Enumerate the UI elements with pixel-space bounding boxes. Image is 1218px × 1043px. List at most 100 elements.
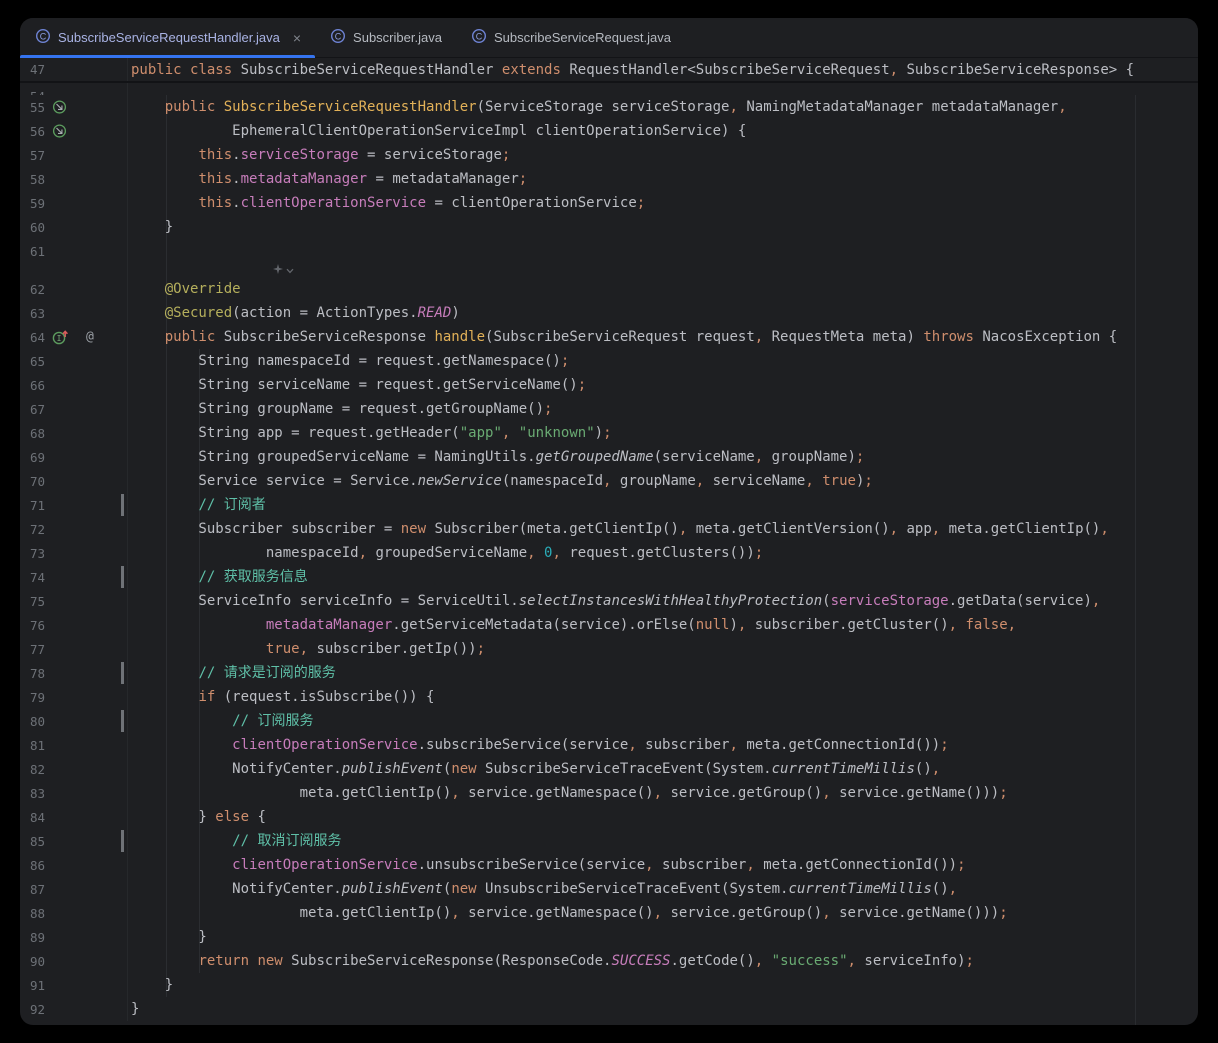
tab-subscribeservicerequesthandler-java[interactable]: CSubscribeServiceRequestHandler.java× <box>20 18 315 57</box>
code-text: metadataManager.getServiceMetadata(servi… <box>128 613 1016 637</box>
code-text: String groupName = request.getGroupName(… <box>128 397 552 421</box>
code-line-90[interactable]: 90 return new SubscribeServiceResponse(R… <box>20 949 1198 973</box>
bean-icon[interactable] <box>52 124 67 139</box>
code-line-81[interactable]: 81 clientOperationService.subscribeServi… <box>20 733 1198 757</box>
code-line-80[interactable]: 80 // 订阅服务 <box>20 709 1198 733</box>
code-text: meta.getClientIp(), service.getNamespace… <box>128 901 1008 925</box>
line-number: 92 <box>20 997 128 1021</box>
line-number: 85 <box>20 829 128 853</box>
code-line-68[interactable]: 68 String app = request.getHeader("app",… <box>20 421 1198 445</box>
code-line-74[interactable]: 74 // 获取服务信息 <box>20 565 1198 589</box>
code-text: } <box>128 997 139 1021</box>
code-line-86[interactable]: 86 clientOperationService.unsubscribeSer… <box>20 853 1198 877</box>
code-line-83[interactable]: 83 meta.getClientIp(), service.getNamesp… <box>20 781 1198 805</box>
code-line-75[interactable]: 75 ServiceInfo serviceInfo = ServiceUtil… <box>20 589 1198 613</box>
line-number: 84 <box>20 805 128 829</box>
code-text: EphemeralClientOperationServiceImpl clie… <box>128 119 746 143</box>
line-number: 64I@ <box>20 325 128 349</box>
ai-inlay-row[interactable] <box>20 263 1198 277</box>
code-text: } <box>128 973 173 997</box>
code-line-58[interactable]: 58 this.metadataManager = metadataManage… <box>20 167 1198 191</box>
code-line-67[interactable]: 67 String groupName = request.getGroupNa… <box>20 397 1198 421</box>
code-line-70[interactable]: 70 Service service = Service.newService(… <box>20 469 1198 493</box>
code-line-61[interactable]: 61 <box>20 239 1198 263</box>
line-number: 66 <box>20 373 128 397</box>
code-text: @Override <box>128 277 241 301</box>
code-line-88[interactable]: 88 meta.getClientIp(), service.getNamesp… <box>20 901 1198 925</box>
tab-subscribeservicerequest-java[interactable]: CSubscribeServiceRequest.java <box>456 18 685 57</box>
bean-icon[interactable] <box>52 100 67 115</box>
line-number: 79 <box>20 685 128 709</box>
tab-label: Subscriber.java <box>353 30 442 45</box>
code-line-89[interactable]: 89 } <box>20 925 1198 949</box>
code-line-59[interactable]: 59 this.clientOperationService = clientO… <box>20 191 1198 215</box>
line-number: 56 <box>20 119 128 143</box>
tab-subscriber-java[interactable]: C Subscriber.java <box>315 18 456 57</box>
code-line-91[interactable]: 91 } <box>20 973 1198 997</box>
line-number: 60 <box>20 215 128 239</box>
tab-close-icon[interactable]: × <box>293 31 301 45</box>
code-line-78[interactable]: 78 // 请求是订阅的服务 <box>20 661 1198 685</box>
code-line-65[interactable]: 65 String namespaceId = request.getNames… <box>20 349 1198 373</box>
java-class-icon: C <box>330 28 346 47</box>
code-line-77[interactable]: 77 true, subscriber.getIp()); <box>20 637 1198 661</box>
code-text: // 订阅服务 <box>128 709 313 733</box>
code-line-92[interactable]: 92} <box>20 997 1198 1021</box>
line-number: 76 <box>20 613 128 637</box>
code-line-73[interactable]: 73 namespaceId, groupedServiceName, 0, r… <box>20 541 1198 565</box>
code-line-76[interactable]: 76 metadataManager.getServiceMetadata(se… <box>20 613 1198 637</box>
code-line-72[interactable]: 72 Subscriber subscriber = new Subscribe… <box>20 517 1198 541</box>
code-line-57[interactable]: 57 this.serviceStorage = serviceStorage; <box>20 143 1198 167</box>
line-number: 65 <box>20 349 128 373</box>
line-number: 70 <box>20 469 128 493</box>
code-text: return new SubscribeServiceResponse(Resp… <box>128 949 974 973</box>
code-line-62[interactable]: 62 @Override <box>20 277 1198 301</box>
code-line-66[interactable]: 66 String serviceName = request.getServi… <box>20 373 1198 397</box>
chevron-down-icon[interactable] <box>286 261 294 279</box>
code-line-85[interactable]: 85 // 取消订阅服务 <box>20 829 1198 853</box>
code-text: String app = request.getHeader("app", "u… <box>128 421 612 445</box>
code-line-64[interactable]: 64I@ public SubscribeServiceResponse han… <box>20 325 1198 349</box>
line-number: 72 <box>20 517 128 541</box>
code-line-79[interactable]: 79 if (request.isSubscribe()) { <box>20 685 1198 709</box>
code-text: // 取消订阅服务 <box>128 829 341 853</box>
line-number: 80 <box>20 709 128 733</box>
code-text: Subscriber subscriber = new Subscriber(m… <box>128 517 1109 541</box>
code-line-82[interactable]: 82 NotifyCenter.publishEvent(new Subscri… <box>20 757 1198 781</box>
code-line-71[interactable]: 71 // 订阅者 <box>20 493 1198 517</box>
override-icon[interactable]: I <box>52 329 69 345</box>
clipped-line-54[interactable]: 54 <box>20 83 1198 95</box>
line-number: 68 <box>20 421 128 445</box>
code-line-87[interactable]: 87 NotifyCenter.publishEvent(new Unsubsc… <box>20 877 1198 901</box>
vcs-change-marker <box>121 710 124 732</box>
code-text: String groupedServiceName = NamingUtils.… <box>128 445 864 469</box>
ai-actions-inlay-icon[interactable] <box>273 261 283 279</box>
code-text: NotifyCenter.publishEvent(new SubscribeS… <box>128 757 940 781</box>
line-number: 74 <box>20 565 128 589</box>
code-text: true, subscriber.getIp()); <box>128 637 485 661</box>
code-editor-area[interactable]: 55 public SubscribeServiceRequestHandler… <box>20 95 1198 1025</box>
code-text: this.clientOperationService = clientOper… <box>128 191 645 215</box>
line-number: 82 <box>20 757 128 781</box>
line-number: 58 <box>20 167 128 191</box>
code-text: clientOperationService.subscribeService(… <box>128 733 949 757</box>
line-number: 75 <box>20 589 128 613</box>
line-number: 69 <box>20 445 128 469</box>
code-text: NotifyCenter.publishEvent(new Unsubscrib… <box>128 877 957 901</box>
code-text: ServiceInfo serviceInfo = ServiceUtil.se… <box>128 589 1100 613</box>
sticky-header-line[interactable]: 47 public class SubscribeServiceRequestH… <box>20 58 1198 83</box>
code-line-56[interactable]: 56 EphemeralClientOperationServiceImpl c… <box>20 119 1198 143</box>
line-number: 87 <box>20 877 128 901</box>
code-text: this.serviceStorage = serviceStorage; <box>128 143 510 167</box>
vcs-change-marker <box>121 566 124 588</box>
line-number: 81 <box>20 733 128 757</box>
tab-label: SubscribeServiceRequest.java <box>494 30 671 45</box>
code-line-55[interactable]: 55 public SubscribeServiceRequestHandler… <box>20 95 1198 119</box>
svg-text:C: C <box>40 31 47 41</box>
code-line-60[interactable]: 60 } <box>20 215 1198 239</box>
annotation-gutter-icon[interactable]: @ <box>86 330 94 345</box>
code-line-63[interactable]: 63 @Secured(action = ActionTypes.READ) <box>20 301 1198 325</box>
code-line-69[interactable]: 69 String groupedServiceName = NamingUti… <box>20 445 1198 469</box>
code-text: // 订阅者 <box>128 493 266 517</box>
code-line-84[interactable]: 84 } else { <box>20 805 1198 829</box>
